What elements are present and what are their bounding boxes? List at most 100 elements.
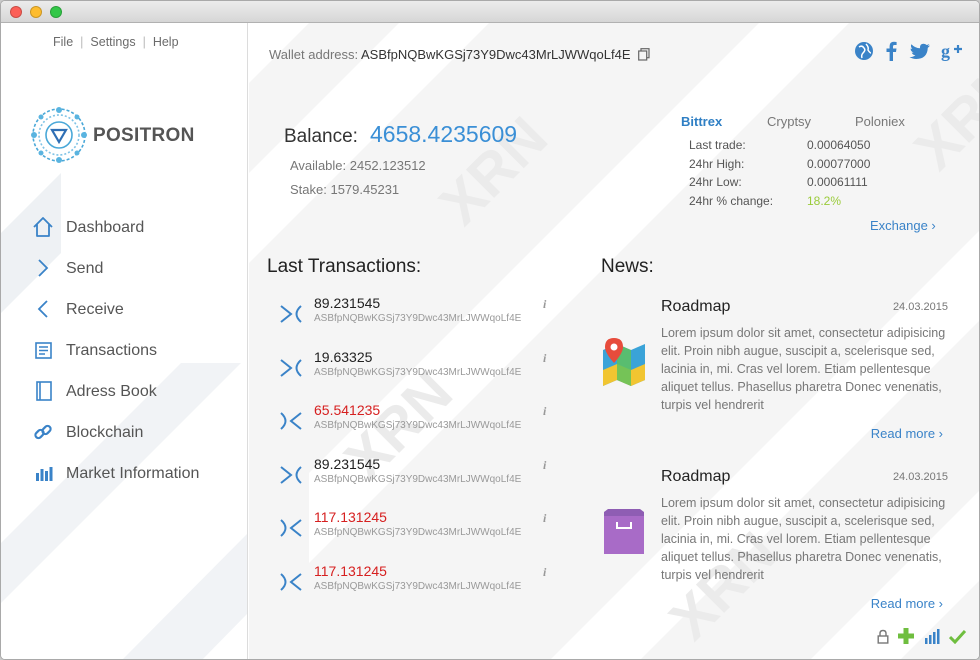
signal-bars-icon[interactable] (924, 628, 940, 649)
transaction-amount: 65.541235 (314, 402, 381, 418)
stat-24hr-change: 24hr % change: 18.2% (689, 194, 949, 213)
facebook-icon[interactable] (884, 41, 898, 66)
news-item-title: Roadmap (661, 298, 731, 315)
menu-help[interactable]: Help (153, 35, 179, 49)
stat-value: 0.00077000 (807, 156, 871, 171)
transaction-address: ASBfpNQBwKGSj73Y9Dwc43MrLJWWqoLf4E (314, 420, 522, 431)
transaction-info-icon[interactable]: i (543, 297, 546, 312)
title-bar (1, 1, 979, 23)
transactions-list-icon (35, 342, 52, 359)
address-book-icon (36, 381, 52, 401)
news-item-body: Lorem ipsum dolor sit amet, consectetur … (661, 326, 946, 412)
news-item-date: 24.03.2015 (892, 301, 948, 313)
transaction-amount: 89.231545 (314, 455, 381, 472)
zoom-window-button[interactable] (50, 6, 62, 18)
transaction-info-icon[interactable]: i (543, 511, 546, 526)
sidebar-item-label: Adress Book (66, 383, 157, 400)
sidebar-item-transactions[interactable]: Transactions (31, 338, 241, 379)
menu-separator: | (142, 35, 146, 49)
transaction-amount: 89.231545 (314, 295, 381, 311)
chain-link-icon (34, 424, 52, 440)
stat-value: 0.00064050 (807, 138, 871, 152)
transaction-amount: 117.131245 (314, 509, 387, 525)
news-item: Roadmap 24.03.2015 Lorem ipsum dolor sit… (601, 468, 951, 618)
transaction-row[interactable]: 117.131245 ASBfpNQBwKGSj73Y9Dwc43MrLJWWq… (279, 509, 554, 563)
transaction-row[interactable]: 65.541235 ASBfpNQBwKGSj73Y9Dwc43MrLJWWqo… (279, 402, 554, 456)
stat-last-trade: Last trade: 0.00064050 (689, 138, 949, 157)
sidebar-item-receive[interactable]: Receive (31, 297, 241, 338)
sidebar-item-label: Send (66, 260, 104, 277)
minimize-window-button[interactable] (30, 6, 42, 18)
incoming-transaction-icon (280, 305, 302, 323)
transaction-address: ASBfpNQBwKGSj73Y9Dwc43MrLJWWqoLf4E (314, 580, 522, 592)
lock-icon[interactable] (877, 629, 889, 649)
sidebar-item-label: Transactions (66, 342, 157, 359)
transaction-row[interactable]: 117.131245 ASBfpNQBwKGSj73Y9Dwc43MrLJWWq… (279, 563, 554, 617)
news-item-title: Roadmap (661, 468, 731, 485)
transaction-info-icon[interactable]: i (543, 565, 546, 580)
plus-icon[interactable] (898, 628, 915, 649)
available-balance: Available: 2452.123512 (290, 158, 426, 173)
app-window: File | Settings | Help POSITRON Dashboard S (0, 0, 980, 660)
exchange-link[interactable]: Exchange › (870, 218, 936, 233)
read-more-link[interactable]: Read more › (871, 596, 943, 611)
sidebar: File | Settings | Help POSITRON Dashboard S (1, 23, 248, 659)
transactions-list: 89.231545 ASBfpNQBwKGSj73Y9Dwc43MrLJWWqo… (279, 295, 554, 616)
news-item-date: 24.03.2015 (892, 471, 948, 483)
transaction-address: ASBfpNQBwKGSj73Y9Dwc43MrLJWWqoLf4E (314, 313, 522, 324)
wallet-address-label: Wallet address: (269, 47, 362, 62)
transaction-address: ASBfpNQBwKGSj73Y9Dwc43MrLJWWqoLf4E (314, 473, 522, 485)
social-links: g (848, 41, 963, 66)
transaction-row[interactable]: 19.63325 ASBfpNQBwKGSj73Y9Dwc43MrLJWWqoL… (279, 349, 554, 403)
stat-value: 0.00061111 (807, 175, 868, 189)
home-icon (33, 217, 53, 237)
incoming-transaction-icon (280, 465, 302, 484)
transaction-row[interactable]: 89.231545 ASBfpNQBwKGSj73Y9Dwc43MrLJWWqo… (279, 456, 554, 510)
outgoing-transaction-icon (280, 412, 302, 430)
read-more-link[interactable]: Read more › (871, 426, 943, 441)
transaction-info-icon[interactable]: i (543, 351, 546, 366)
market-stats: Last trade: 0.00064050 24hr High: 0.000770… (689, 138, 949, 212)
tab-cryptsy[interactable]: Cryptsy (767, 114, 811, 129)
close-window-button[interactable] (10, 6, 22, 18)
sidebar-item-label: Market Information (66, 465, 200, 482)
outgoing-transaction-icon (280, 519, 302, 537)
news-item: Roadmap 24.03.2015 Lorem ipsum dolor sit… (601, 298, 951, 448)
balance-label: Balance: (284, 126, 358, 147)
menu-settings[interactable]: Settings (90, 35, 135, 49)
stat-label: 24hr High: (689, 156, 745, 171)
map-pin-icon (603, 338, 645, 386)
twitter-icon[interactable] (909, 43, 931, 66)
sidebar-item-market-information[interactable]: Market Information (31, 461, 241, 502)
outgoing-transaction-icon (280, 572, 302, 591)
transaction-row[interactable]: 89.231545 ASBfpNQBwKGSj73Y9Dwc43MrLJWWqo… (279, 295, 554, 349)
menu-separator: | (80, 35, 84, 49)
sidebar-item-send[interactable]: Send (31, 256, 241, 297)
menu-file[interactable]: File (53, 35, 73, 49)
globe-icon[interactable] (854, 41, 874, 66)
sidebar-item-address-book[interactable]: Adress Book (31, 379, 241, 420)
sidebar-nav: Dashboard Send Receive Transactions Adre… (31, 215, 241, 502)
transaction-info-icon[interactable]: i (543, 458, 546, 473)
positron-logo-icon (31, 107, 87, 163)
google-plus-icon[interactable]: g (941, 41, 963, 66)
svg-text:g: g (941, 41, 950, 61)
transaction-amount: 19.63325 (314, 348, 373, 365)
sidebar-item-dashboard[interactable]: Dashboard (31, 215, 241, 256)
incoming-transaction-icon (280, 358, 302, 377)
stat-label: Last trade: (689, 138, 746, 152)
bar-chart-icon (36, 467, 53, 481)
transaction-info-icon[interactable]: i (543, 404, 546, 419)
tab-poloniex[interactable]: Poloniex (855, 114, 905, 129)
main-panel: XRN XRN XRN XRN Wallet address: ASBfpNQB… (249, 23, 979, 659)
stat-value-positive: 18.2% (807, 193, 842, 208)
transaction-amount: 117.131245 (314, 562, 387, 579)
sidebar-item-label: Receive (66, 301, 124, 318)
tab-bittrex[interactable]: Bittrex (681, 114, 722, 129)
copy-icon[interactable] (638, 48, 650, 61)
sidebar-item-blockchain[interactable]: Blockchain (31, 420, 241, 461)
news-item-body: Lorem ipsum dolor sit amet, consectetur … (661, 496, 946, 582)
news-title: News: (601, 256, 654, 277)
checkmark-icon[interactable] (948, 629, 967, 649)
stat-24hr-high: 24hr High: 0.00077000 (689, 157, 949, 176)
